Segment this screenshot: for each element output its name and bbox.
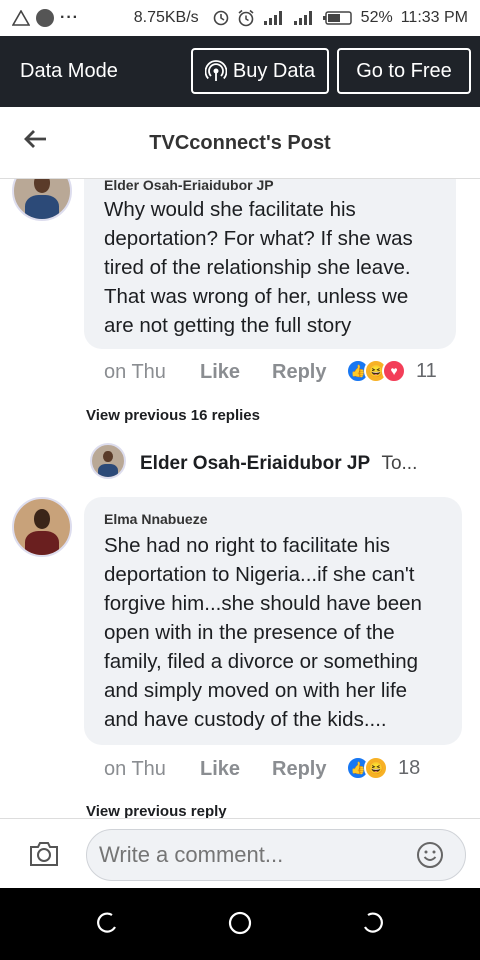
avatar[interactable]: [12, 179, 72, 221]
view-previous-replies-link[interactable]: View previous 16 replies: [86, 407, 260, 424]
comment-bubble[interactable]: Elma Nnabueze She had no right to facili…: [84, 497, 462, 745]
more-dots-icon: ···: [60, 9, 79, 26]
camera-icon[interactable]: [28, 841, 60, 867]
home-icon[interactable]: [227, 910, 253, 936]
like-button[interactable]: Like: [200, 361, 240, 384]
data-saver-icon: [213, 10, 228, 26]
circle-icon: [36, 9, 54, 27]
avatar[interactable]: [90, 443, 126, 479]
buy-data-label: Buy Data: [232, 59, 316, 82]
go-to-free-label: Go to Free: [356, 59, 452, 82]
avatar[interactable]: [12, 497, 72, 557]
data-mode-label: Data Mode: [20, 60, 118, 82]
comment-time: on Thu: [104, 758, 166, 780]
warning-triangle-icon: [12, 10, 30, 26]
reply-preview[interactable]: Elder Osah-Eriaidubor JP To...: [140, 453, 417, 475]
comment-text: Why would she facilitate his deportation…: [104, 198, 413, 337]
reply-snippet: To...: [381, 453, 418, 474]
reactions-summary[interactable]: 👍 😆 18: [346, 756, 420, 780]
signal-bars-icon: [263, 11, 282, 25]
comment-author[interactable]: Elder Osah-Eriaidubor JP: [104, 179, 438, 193]
go-to-free-button[interactable]: Go to Free: [337, 48, 471, 94]
broadcast-icon: [204, 60, 227, 81]
page-title: TVCconnect's Post: [149, 132, 331, 154]
status-bar: ··· 8.75KB/s 52% 11:33 PM: [0, 0, 480, 36]
back-icon[interactable]: [360, 910, 386, 936]
comment-composer: [0, 818, 480, 888]
comment-text: She had no right to facilitate his depor…: [104, 534, 422, 731]
recent-apps-icon[interactable]: [94, 910, 120, 936]
data-mode-bar: Data Mode Buy Data Go to Free: [0, 36, 480, 107]
comment-bubble[interactable]: Elder Osah-Eriaidubor JP Why would she f…: [84, 179, 456, 349]
reaction-count: 11: [416, 359, 437, 382]
comment-author[interactable]: Elma Nnabueze: [104, 511, 446, 527]
buy-data-button[interactable]: Buy Data: [191, 48, 329, 94]
battery-level: 52%: [360, 9, 393, 26]
reply-button[interactable]: Reply: [272, 361, 326, 384]
comment-time: on Thu: [104, 361, 166, 383]
emoji-icon[interactable]: [416, 841, 444, 869]
haha-reaction-icon: 😆: [364, 756, 388, 780]
view-previous-reply-link[interactable]: View previous reply: [86, 803, 227, 818]
reactions-summary[interactable]: 👍 😆 ♥ 11: [346, 359, 437, 383]
battery-icon: [322, 11, 352, 25]
reply-button[interactable]: Reply: [272, 758, 326, 781]
clock: 11:33 PM: [400, 9, 468, 26]
signal-bars-icon-2: [293, 11, 312, 25]
like-button[interactable]: Like: [200, 758, 240, 781]
alarm-clock-icon: [238, 9, 254, 27]
comments-list[interactable]: Elder Osah-Eriaidubor JP Why would she f…: [0, 179, 480, 818]
network-speed: 8.75KB/s: [133, 9, 199, 26]
post-header: TVCconnect's Post: [0, 107, 480, 179]
reply-author: Elder Osah-Eriaidubor JP: [140, 453, 371, 474]
love-reaction-icon: ♥: [382, 359, 406, 383]
navigation-bar: [0, 888, 480, 960]
comment-input[interactable]: [86, 829, 466, 881]
reaction-count: 18: [398, 756, 421, 779]
